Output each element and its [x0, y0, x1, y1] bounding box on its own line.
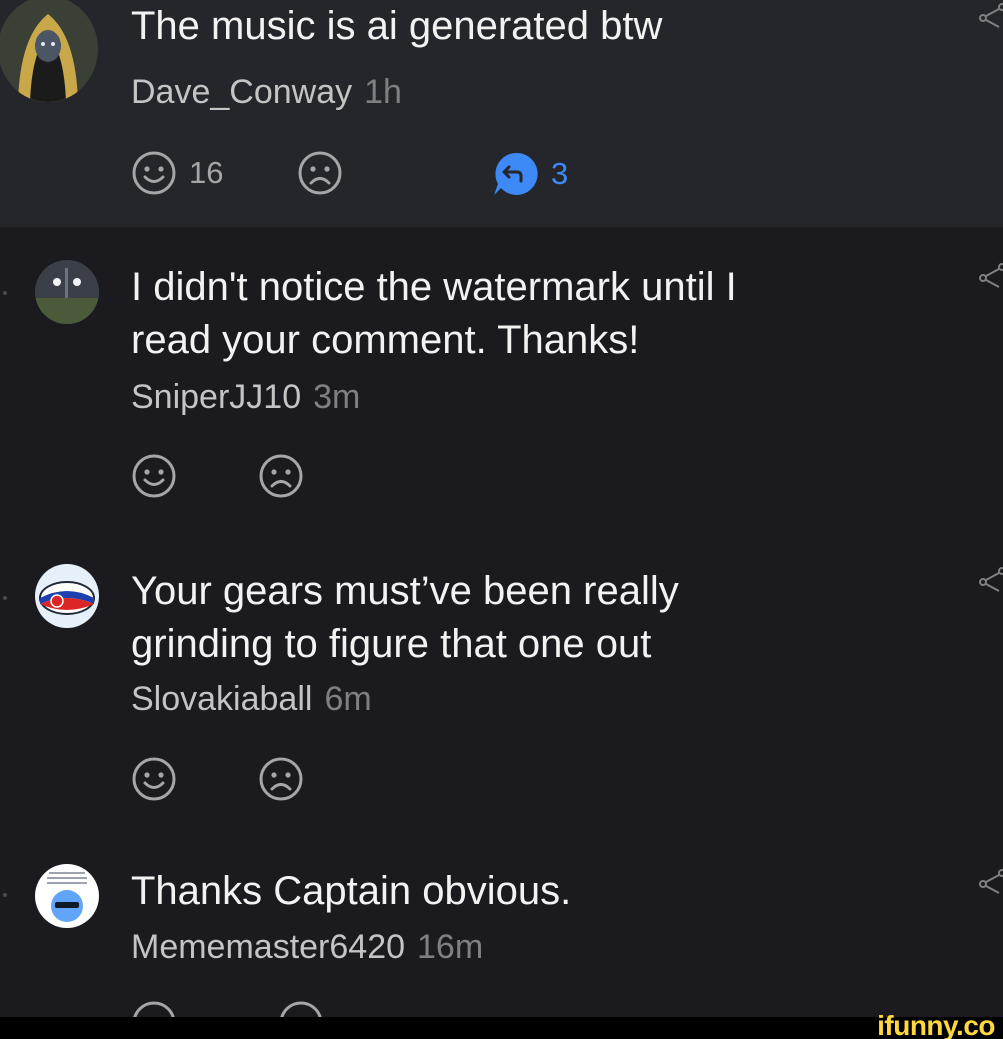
- watermark-strip: [0, 1017, 1003, 1039]
- frown-icon: [259, 454, 303, 498]
- dislike-button[interactable]: [258, 453, 304, 499]
- comment-meta: Slovakiaball 6m: [131, 679, 372, 719]
- comment-text: Thanks Captain obvious.: [131, 865, 571, 918]
- like-button[interactable]: [131, 453, 177, 499]
- thread-line-dot: [3, 291, 7, 295]
- comment-time: 1h: [364, 73, 402, 111]
- frown-icon: [259, 757, 303, 801]
- comment-line: The music is ai generated btw: [131, 4, 663, 48]
- like-count: 16: [189, 155, 224, 190]
- share-icon[interactable]: [978, 2, 1003, 34]
- reply-button[interactable]: 3: [491, 150, 568, 198]
- thread-line-dot: [3, 893, 7, 897]
- smile-icon: [132, 757, 176, 801]
- comment-line: read your comment. Thanks!: [131, 318, 640, 362]
- comments-screen: The music is ai generated btw Dave_Conwa…: [0, 0, 1003, 1039]
- comment-meta: Mememaster6420 16m: [131, 927, 483, 967]
- author-name[interactable]: Slovakiaball: [131, 680, 312, 718]
- dislike-button[interactable]: [258, 756, 304, 802]
- smile-icon: [132, 454, 176, 498]
- thread-line-dot: [3, 596, 7, 600]
- like-button[interactable]: 16: [131, 150, 223, 196]
- share-icon[interactable]: [978, 868, 1003, 900]
- comment-card-highlighted: The music is ai generated btw Dave_Conwa…: [0, 0, 1003, 227]
- share-icon[interactable]: [978, 262, 1003, 294]
- share-icon[interactable]: [978, 566, 1003, 598]
- comment-meta: SniperJJ10 3m: [131, 377, 360, 417]
- comment-line: I didn't notice the watermark until I: [131, 265, 737, 309]
- comment-time: 16m: [417, 928, 484, 966]
- comment-text: I didn't notice the watermark until I re…: [131, 261, 737, 367]
- comment-time: 3m: [313, 378, 361, 416]
- comment-text: The music is ai generated btw: [131, 0, 662, 53]
- comment-meta: Dave_Conway 1h: [131, 72, 402, 112]
- reply-count: 3: [551, 156, 569, 191]
- dislike-button[interactable]: [297, 150, 343, 196]
- frown-icon: [298, 151, 342, 195]
- reply-bubble-icon: [494, 152, 538, 195]
- comment-line: Your gears must’ve been really: [131, 569, 679, 613]
- hooded-figure-avatar[interactable]: [0, 0, 98, 102]
- comment-line: grinding to figure that one out: [131, 622, 652, 666]
- night-field-avatar[interactable]: [35, 260, 99, 324]
- comment-text: Your gears must’ve been really grinding …: [131, 565, 679, 671]
- meme-ball-avatar[interactable]: [35, 864, 99, 928]
- slovakiaball-avatar[interactable]: [35, 564, 99, 628]
- author-name[interactable]: Dave_Conway: [131, 73, 352, 111]
- author-name[interactable]: Mememaster6420: [131, 928, 405, 966]
- author-name[interactable]: SniperJJ10: [131, 378, 301, 416]
- smile-icon: [132, 151, 176, 195]
- like-button[interactable]: [131, 756, 177, 802]
- ifunny-watermark: ifunny.co: [877, 1010, 995, 1039]
- comment-line: Thanks Captain obvious.: [131, 869, 572, 913]
- comment-time: 6m: [324, 680, 372, 718]
